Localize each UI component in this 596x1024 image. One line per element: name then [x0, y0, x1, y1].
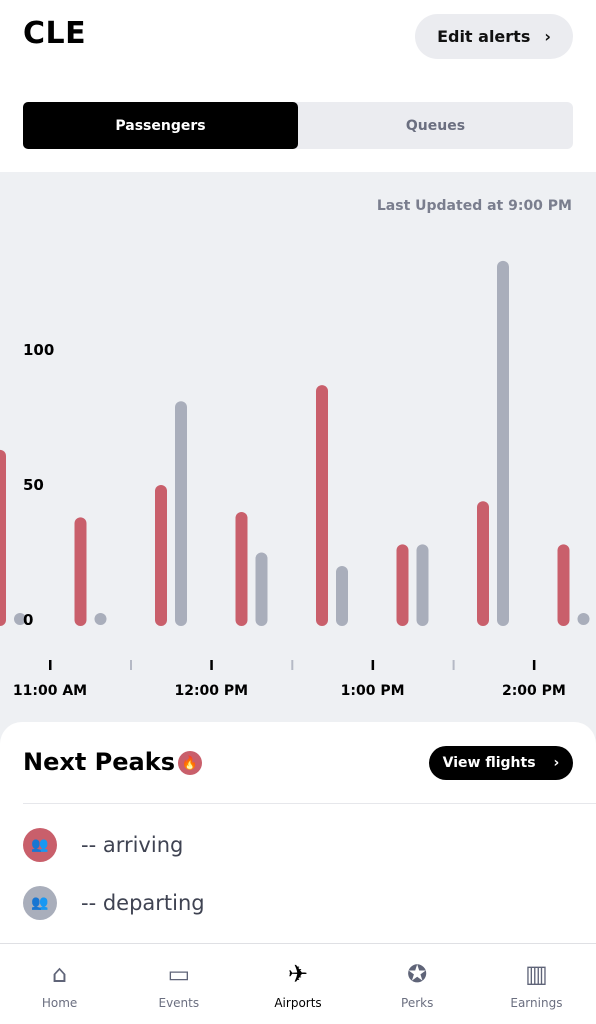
tab-airports[interactable]: ✈ Airports: [238, 944, 357, 1024]
x-tick-label: 11:00 AM: [13, 683, 87, 699]
tab-home[interactable]: ⌂ Home: [0, 944, 119, 1024]
y-tick-label: 50: [23, 476, 44, 494]
home-icon: ⌂: [51, 960, 68, 988]
x-minor-tick: [452, 660, 455, 670]
passenger-chart: 0 50 100 11:00 AM 12:00 PM 1:00 PM 2:00 PM: [0, 260, 590, 699]
x-tick: [49, 660, 52, 670]
y-tick-label: 100: [23, 341, 54, 359]
departing-bar: [416, 544, 429, 626]
people-icon: 👥: [23, 828, 57, 862]
x-tick: [371, 660, 375, 670]
departing-bar: [175, 401, 187, 626]
page-title: CLE: [23, 16, 87, 51]
chevron-right-icon: ›: [553, 755, 560, 771]
tab-label: Earnings: [510, 996, 563, 1010]
arriving-bar: [477, 501, 489, 626]
fire-icon: 🔥: [178, 751, 202, 775]
tab-events[interactable]: ▭ Events: [119, 944, 238, 1024]
view-flights-button[interactable]: View flights ›: [429, 746, 573, 780]
tab-passengers[interactable]: Passengers: [23, 102, 298, 149]
arriving-bar: [557, 544, 570, 626]
y-tick-label: 0: [23, 611, 33, 629]
departing-bar: [577, 613, 590, 625]
next-peaks-title: Next Peaks: [23, 748, 175, 776]
tab-label: Perks: [401, 996, 434, 1010]
tab-queues[interactable]: Queues: [298, 102, 573, 149]
tab-earnings[interactable]: ▥ Earnings: [477, 944, 596, 1024]
divider: [23, 803, 596, 804]
tab-label: Airports: [274, 996, 322, 1010]
segmented-control: Passengers Queues: [23, 102, 573, 149]
x-minor-tick: [291, 660, 294, 670]
tab-label: Home: [41, 996, 78, 1010]
bottom-tab-bar: ⌂ Home ▭ Events ✈ Airports ✪ Perks ▥ Earnings: [0, 943, 596, 1024]
departing-row: 👥 -- departing: [23, 886, 205, 920]
x-tick-label: 2:00 PM: [502, 683, 566, 699]
departing-count: -- departing: [81, 891, 205, 915]
edit-alerts-button[interactable]: Edit alerts ›: [415, 14, 573, 59]
arriving-bar: [74, 517, 87, 626]
departing-bar: [336, 566, 348, 626]
tab-label: Events: [158, 996, 200, 1010]
departing-bar: [255, 552, 268, 626]
edit-alerts-label: Edit alerts: [437, 27, 531, 46]
x-tick-label: 1:00 PM: [341, 683, 405, 699]
arriving-bar: [235, 512, 248, 626]
people-icon: 👥: [23, 886, 57, 920]
departing-bar: [497, 260, 509, 626]
view-flights-label: View flights: [442, 755, 536, 771]
arriving-row: 👥 -- arriving: [23, 828, 183, 862]
arriving-bar: [0, 449, 6, 626]
arriving-bar: [316, 385, 328, 626]
chevron-right-icon: ›: [544, 27, 551, 46]
tab-perks[interactable]: ✪ Perks: [358, 944, 477, 1024]
x-tick: [532, 660, 536, 670]
last-updated: Last Updated at 9:00 PM: [376, 198, 572, 214]
arriving-count: -- arriving: [81, 833, 184, 857]
x-tick-label: 12:00 PM: [174, 683, 248, 699]
award-icon: ✪: [407, 960, 428, 988]
x-tick: [210, 660, 213, 670]
arriving-bar: [396, 544, 409, 626]
arriving-bar: [155, 485, 167, 626]
departing-bar: [94, 613, 107, 625]
x-minor-tick: [130, 660, 132, 670]
calendar-icon: ▭: [167, 960, 191, 988]
bar-chart-icon: ▥: [525, 960, 548, 988]
airplane-icon: ✈: [287, 960, 309, 988]
